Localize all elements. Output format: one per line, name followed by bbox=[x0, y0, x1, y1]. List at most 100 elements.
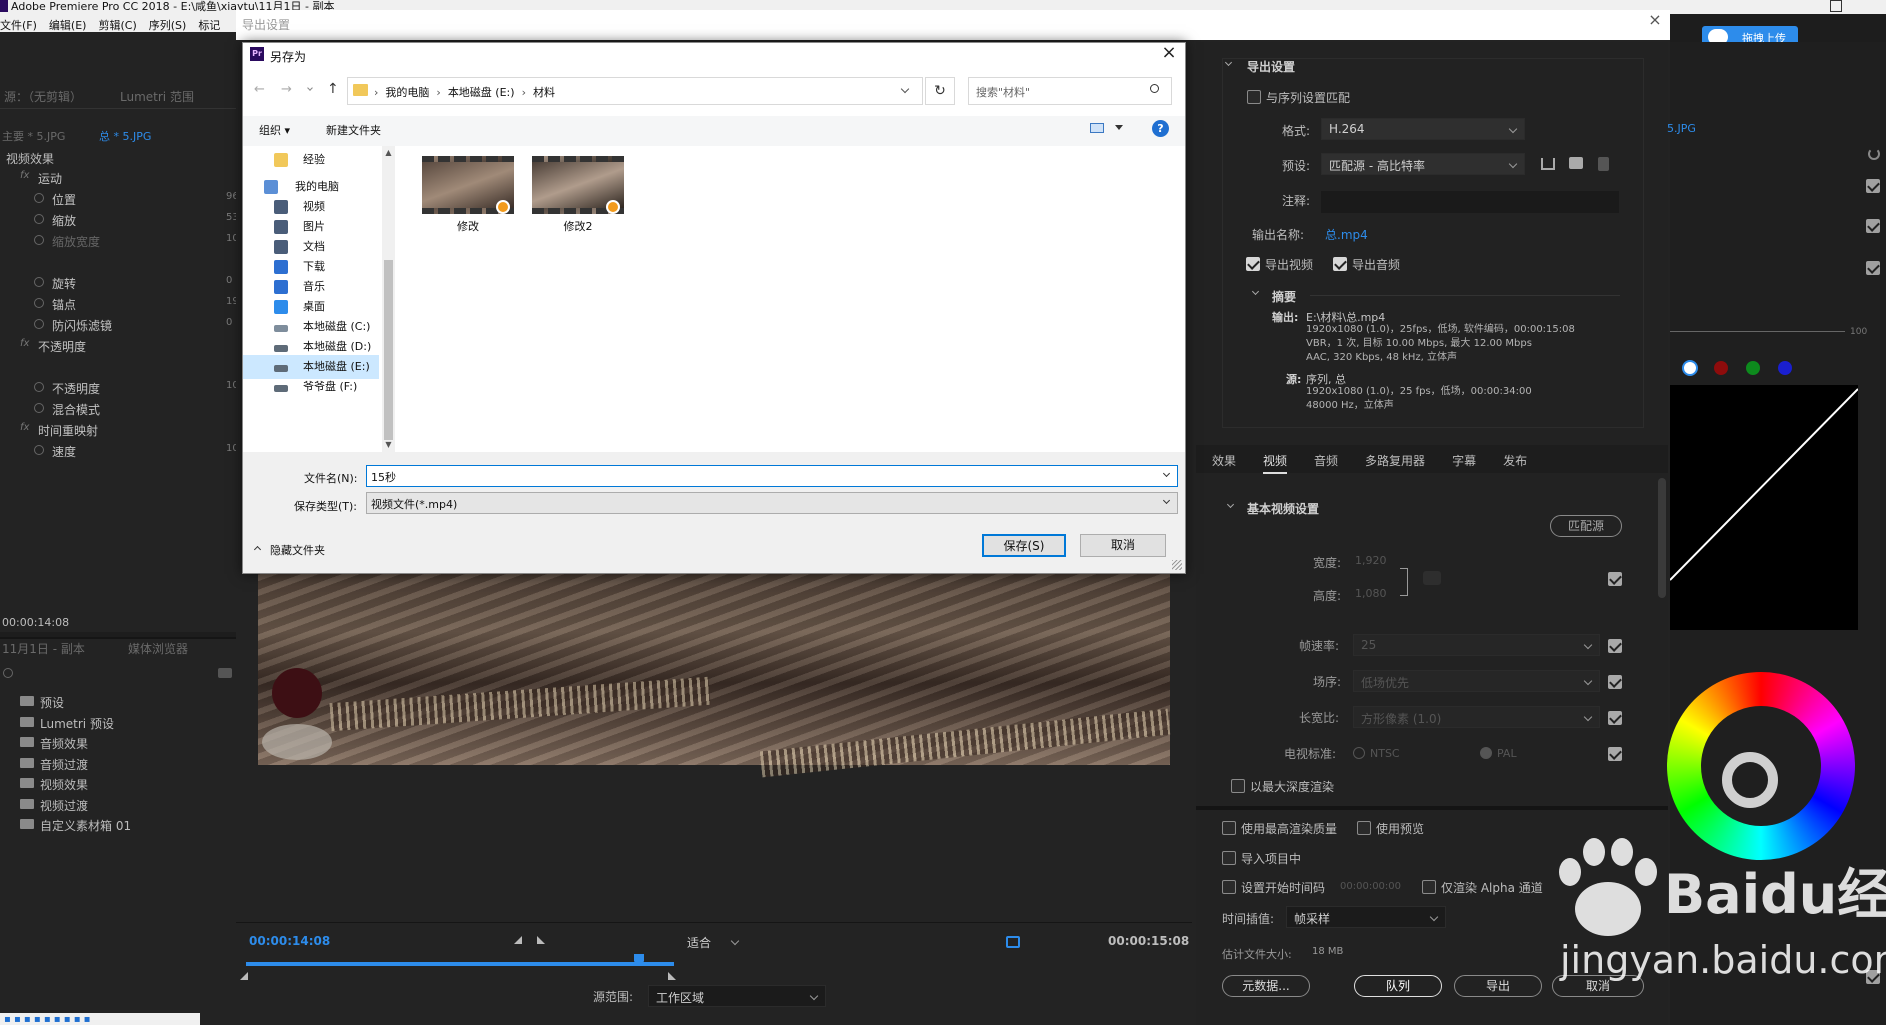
view-options-icon[interactable] bbox=[1090, 123, 1104, 133]
cancel-button[interactable]: 取消 bbox=[1080, 534, 1166, 557]
lumetri-tab[interactable]: Lumetri 范围 bbox=[120, 88, 194, 105]
green-channel-dot[interactable] bbox=[1746, 361, 1760, 375]
interp-dropdown[interactable]: 帧采样 bbox=[1286, 906, 1446, 928]
field-order-dropdown[interactable]: 低场优先 bbox=[1353, 670, 1600, 692]
project-folder-item[interactable]: 音频过渡 bbox=[0, 754, 236, 774]
save-button[interactable]: 保存(S) bbox=[982, 534, 1066, 557]
media-browser-tab[interactable]: 媒体浏览器 bbox=[128, 640, 188, 657]
pal-radio[interactable] bbox=[1480, 747, 1492, 759]
effect-property-row[interactable]: 不透明度 10 bbox=[0, 378, 239, 398]
tree-scrollbar-thumb[interactable] bbox=[384, 260, 393, 440]
breadcrumb-my-computer[interactable]: 我的电脑 bbox=[385, 86, 429, 99]
hide-folders-toggle[interactable]: 隐藏文件夹 bbox=[270, 542, 325, 558]
white-channel-dot[interactable] bbox=[1682, 360, 1698, 376]
stopwatch-icon[interactable] bbox=[34, 445, 44, 455]
width-match-checkbox[interactable] bbox=[1608, 571, 1622, 586]
start-tc-value[interactable]: 00:00:00:00 bbox=[1340, 881, 1401, 892]
tab-video[interactable]: 视频 bbox=[1263, 454, 1288, 474]
stopwatch-icon[interactable] bbox=[34, 235, 44, 245]
effect-property-row[interactable] bbox=[0, 357, 236, 377]
menu-clip[interactable]: 剪辑(C) bbox=[98, 19, 136, 32]
width-value[interactable]: 1,920 bbox=[1355, 554, 1387, 567]
new-folder-button[interactable]: 新建文件夹 bbox=[326, 122, 381, 138]
fx-icon[interactable]: fx bbox=[20, 170, 29, 181]
nav-tree-item[interactable]: 经验 bbox=[243, 148, 361, 172]
back-arrow-icon[interactable]: ← bbox=[254, 82, 265, 97]
queue-button[interactable]: 队列 bbox=[1354, 975, 1442, 997]
menu-file[interactable]: 文件(F) bbox=[0, 19, 37, 32]
import-project-checkbox[interactable] bbox=[1222, 850, 1236, 865]
aspect-dropdown[interactable]: 方形像素 (1.0) bbox=[1353, 706, 1600, 728]
mark-in-icon[interactable] bbox=[514, 936, 522, 944]
sequence-clip-label[interactable]: 总 * 5.JPG bbox=[99, 128, 151, 144]
stopwatch-icon[interactable] bbox=[34, 403, 44, 413]
tab-publish[interactable]: 发布 bbox=[1503, 454, 1527, 468]
tab-audio[interactable]: 音频 bbox=[1314, 454, 1338, 468]
comment-input[interactable] bbox=[1321, 191, 1619, 213]
metadata-button[interactable]: 元数据... bbox=[1222, 975, 1310, 997]
match-source-button[interactable]: 匹配源 bbox=[1550, 515, 1622, 537]
ntsc-radio[interactable] bbox=[1353, 747, 1365, 759]
restore-window-button[interactable] bbox=[1830, 0, 1842, 12]
view-dropdown-icon[interactable] bbox=[1115, 125, 1123, 130]
link-icon[interactable] bbox=[1423, 571, 1441, 585]
height-value[interactable]: 1,080 bbox=[1355, 587, 1387, 600]
effect-property-row[interactable]: 旋转 0 bbox=[0, 273, 236, 293]
filename-input[interactable] bbox=[366, 465, 1178, 487]
resize-grip-icon[interactable] bbox=[1172, 560, 1182, 570]
hue-wheel-ring[interactable] bbox=[1722, 752, 1778, 808]
filetype-dropdown[interactable] bbox=[366, 492, 1178, 514]
delete-preset-icon[interactable] bbox=[1598, 157, 1609, 171]
fps-dropdown[interactable]: 25 bbox=[1353, 634, 1600, 656]
tree-scroll-down-icon[interactable]: ▼ bbox=[382, 440, 395, 449]
fps-match-checkbox[interactable] bbox=[1608, 638, 1622, 653]
only-alpha-checkbox[interactable] bbox=[1422, 879, 1436, 894]
stopwatch-icon[interactable] bbox=[34, 298, 44, 308]
in-point-icon[interactable] bbox=[240, 972, 248, 980]
aspect-toggle-icon[interactable] bbox=[1006, 936, 1020, 948]
save-dialog-close-icon[interactable]: × bbox=[1160, 44, 1178, 62]
use-previews-checkbox[interactable] bbox=[1357, 820, 1371, 835]
source-tab[interactable]: 源：（无剪辑） bbox=[4, 88, 82, 105]
forward-arrow-icon[interactable]: → bbox=[281, 82, 292, 97]
field-match-checkbox[interactable] bbox=[1608, 674, 1622, 689]
lumetri-checkbox-1[interactable] bbox=[1866, 178, 1880, 193]
master-clip-label[interactable]: 主要 * 5.JPG bbox=[2, 128, 65, 144]
fx-icon[interactable]: fx bbox=[20, 338, 29, 349]
output-name-link[interactable]: 总.mp4 bbox=[1325, 226, 1368, 243]
breadcrumb-drive-e[interactable]: 本地磁盘 (E:) bbox=[448, 86, 515, 99]
tree-scroll-up-icon[interactable]: ▲ bbox=[382, 148, 395, 157]
export-window-close-icon[interactable]: × bbox=[1648, 12, 1662, 28]
search-magnifier-icon[interactable] bbox=[1150, 84, 1159, 93]
tab-multiplexer[interactable]: 多路复用器 bbox=[1365, 454, 1425, 468]
file-item[interactable]: 修改 bbox=[420, 156, 516, 236]
project-folder-item[interactable]: 预设 bbox=[0, 692, 236, 712]
nav-tree-item[interactable]: 爷爷盘 (F:) bbox=[243, 375, 361, 399]
fx-icon[interactable]: fx bbox=[20, 422, 29, 433]
mark-out-icon[interactable] bbox=[537, 936, 545, 944]
timecode-start[interactable]: 00:00:14:08 bbox=[249, 934, 330, 948]
effect-property-row[interactable] bbox=[0, 252, 236, 272]
menu-sequence[interactable]: 序列(S) bbox=[149, 19, 187, 32]
menu-edit[interactable]: 编辑(E) bbox=[49, 19, 87, 32]
stopwatch-icon[interactable] bbox=[34, 319, 44, 329]
project-folder-item[interactable]: 视频效果 bbox=[0, 774, 236, 794]
export-button[interactable]: 导出 bbox=[1454, 975, 1542, 997]
refresh-icon[interactable]: ↻ bbox=[925, 77, 955, 105]
lumetri-checkbox-2[interactable] bbox=[1866, 218, 1880, 233]
effect-property-value[interactable]: 0 bbox=[226, 275, 232, 286]
set-start-tc-checkbox[interactable] bbox=[1222, 879, 1236, 894]
tab-effects[interactable]: 效果 bbox=[1212, 454, 1236, 468]
file-item[interactable]: 修改2 bbox=[530, 156, 626, 236]
up-arrow-icon[interactable]: ↑ bbox=[327, 81, 339, 97]
menu-marker[interactable]: 标记 bbox=[198, 19, 220, 32]
stopwatch-icon[interactable] bbox=[34, 277, 44, 287]
project-folder-item[interactable]: 视频过渡 bbox=[0, 795, 236, 815]
red-channel-dot[interactable] bbox=[1714, 361, 1728, 375]
source-range-dropdown[interactable]: 工作区域 bbox=[648, 985, 826, 1007]
max-quality-checkbox[interactable] bbox=[1222, 820, 1236, 835]
project-folder-item[interactable]: 音频效果 bbox=[0, 733, 236, 753]
effect-property-row[interactable]: 缩放宽度 10 bbox=[0, 231, 239, 251]
project-tab[interactable]: 11月1日 - 副本 bbox=[2, 640, 85, 657]
match-sequence-checkbox[interactable] bbox=[1247, 89, 1261, 104]
